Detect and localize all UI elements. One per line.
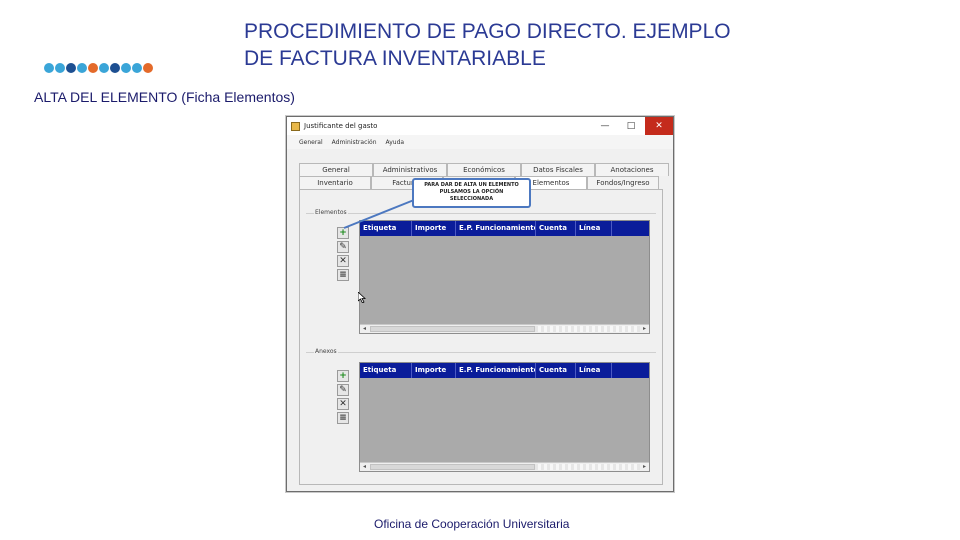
tab-inventario[interactable]: Inventario: [299, 176, 371, 189]
grid-header: Etiqueta Importe E.P. Funcionamiento Cue…: [360, 221, 649, 236]
window-titlebar[interactable]: Justificante del gasto — □ ✕: [287, 117, 673, 135]
edit-icon[interactable]: ✎: [337, 241, 349, 253]
decorative-dot: [121, 63, 131, 73]
callout-line-2: PULSAMOS LA OPCIÓN: [439, 189, 504, 195]
col-etiqueta[interactable]: Etiqueta: [360, 221, 412, 236]
decorative-dot: [66, 63, 76, 73]
col-linea[interactable]: Línea: [576, 221, 612, 236]
scroll-thumb[interactable]: [370, 464, 535, 470]
elementos-grid[interactable]: Etiqueta Importe E.P. Funcionamiento Cue…: [359, 220, 650, 334]
horizontal-scrollbar[interactable]: ◂ ▸: [360, 462, 649, 471]
scroll-track[interactable]: [535, 326, 640, 332]
minimize-button[interactable]: —: [593, 117, 617, 135]
maximize-button[interactable]: □: [619, 117, 643, 135]
tab-economicos[interactable]: Económicos: [447, 163, 521, 176]
scroll-left-icon[interactable]: ◂: [360, 463, 369, 471]
delete-icon[interactable]: ✕: [337, 398, 349, 410]
scroll-right-icon[interactable]: ▸: [640, 463, 649, 471]
col-etiqueta[interactable]: Etiqueta: [360, 363, 412, 378]
decorative-dots: [44, 63, 153, 73]
decorative-dot: [99, 63, 109, 73]
tab-general[interactable]: General: [299, 163, 373, 176]
tab-fondos[interactable]: Fondos/Ingreso: [587, 176, 659, 189]
detail-icon[interactable]: ≡: [337, 269, 349, 281]
scroll-track[interactable]: [535, 464, 640, 470]
app-window: Justificante del gasto — □ ✕ General Adm…: [286, 116, 674, 492]
grid-header: Etiqueta Importe E.P. Funcionamiento Cue…: [360, 363, 649, 378]
add-icon[interactable]: +: [337, 227, 349, 239]
decorative-dot: [143, 63, 153, 73]
delete-icon[interactable]: ✕: [337, 255, 349, 267]
menu-bar: General Administración Ayuda: [287, 135, 673, 149]
group-label-elementos: Elementos: [314, 209, 348, 216]
scroll-right-icon[interactable]: ▸: [640, 325, 649, 333]
elementos-toolbar: + ✎ ✕ ≡: [337, 227, 351, 281]
group-divider: [306, 352, 656, 353]
close-button[interactable]: ✕: [645, 117, 673, 135]
title-line-1: PROCEDIMIENTO DE PAGO DIRECTO. EJEMPLO: [244, 20, 731, 43]
col-linea[interactable]: Línea: [576, 363, 612, 378]
slide-subtitle: ALTA DEL ELEMENTO (Ficha Elementos): [34, 89, 295, 105]
decorative-dot: [88, 63, 98, 73]
decorative-dot: [55, 63, 65, 73]
horizontal-scrollbar[interactable]: ◂ ▸: [360, 324, 649, 333]
mouse-cursor-icon: [358, 292, 366, 303]
decorative-dot: [132, 63, 142, 73]
tab-anotaciones[interactable]: Anotaciones: [595, 163, 669, 176]
add-icon[interactable]: +: [337, 370, 349, 382]
scroll-left-icon[interactable]: ◂: [360, 325, 369, 333]
menu-item-general[interactable]: General: [299, 139, 323, 146]
anexos-grid[interactable]: Etiqueta Importe E.P. Funcionamiento Cue…: [359, 362, 650, 472]
tab-datos-fiscales[interactable]: Datos Fiscales: [521, 163, 595, 176]
scroll-thumb[interactable]: [370, 326, 535, 332]
title-line-2: DE FACTURA INVENTARIABLE: [244, 47, 546, 70]
col-cuenta[interactable]: Cuenta: [536, 221, 576, 236]
elementos-panel: Elementos + ✎ ✕ ≡ Etiqueta Importe E.P. …: [299, 189, 663, 485]
decorative-dot: [44, 63, 54, 73]
menu-item-administracion[interactable]: Administración: [332, 139, 377, 146]
menu-item-ayuda[interactable]: Ayuda: [386, 139, 405, 146]
col-ep-funcionamiento[interactable]: E.P. Funcionamiento: [456, 221, 536, 236]
col-importe[interactable]: Importe: [412, 363, 456, 378]
group-label-anexos: Anexos: [314, 348, 338, 355]
col-importe[interactable]: Importe: [412, 221, 456, 236]
decorative-dot: [110, 63, 120, 73]
tab-administrativos[interactable]: Administrativos: [373, 163, 447, 176]
slide-footer: Oficina de Cooperación Universitaria: [374, 517, 570, 531]
app-icon: [291, 121, 300, 131]
callout-box: PARA DAR DE ALTA UN ELEMENTO PULSAMOS LA…: [412, 178, 531, 208]
slide-title: PROCEDIMIENTO DE PAGO DIRECTO. EJEMPLO D…: [244, 18, 844, 72]
col-ep-funcionamiento[interactable]: E.P. Funcionamiento: [456, 363, 536, 378]
tab-row-1: General Administrativos Económicos Datos…: [299, 163, 669, 176]
detail-icon[interactable]: ≡: [337, 412, 349, 424]
edit-icon[interactable]: ✎: [337, 384, 349, 396]
anexos-toolbar: + ✎ ✕ ≡: [337, 370, 351, 424]
window-title: Justificante del gasto: [304, 122, 378, 130]
col-cuenta[interactable]: Cuenta: [536, 363, 576, 378]
group-divider: [306, 213, 656, 214]
callout-line-3: SELECCIONADA: [449, 196, 494, 202]
callout-line-1: PARA DAR DE ALTA UN ELEMENTO: [424, 182, 519, 188]
decorative-dot: [77, 63, 87, 73]
